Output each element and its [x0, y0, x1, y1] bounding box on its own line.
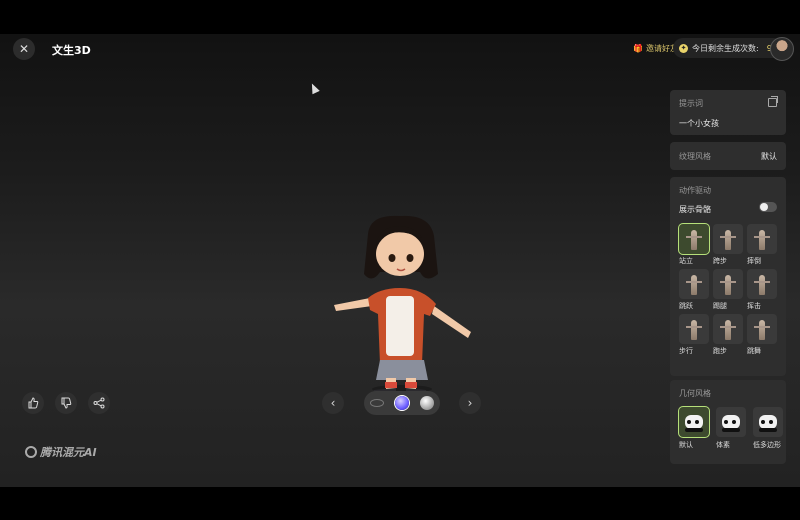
- motion-option[interactable]: 挥击: [747, 269, 777, 311]
- motion-option[interactable]: 站立: [679, 224, 709, 266]
- motion-drive-label: 动作驱动: [679, 186, 711, 195]
- texture-style-value: 默认: [761, 151, 777, 161]
- geometry-style-grid: 默认 体素 低多边形: [679, 407, 783, 450]
- texture-style-panel[interactable]: 纹理风格 默认: [670, 142, 786, 170]
- motion-label: 挥击: [747, 302, 761, 310]
- copy-icon[interactable]: [768, 96, 778, 107]
- figure-icon: [686, 320, 702, 340]
- figure-icon: [720, 320, 736, 340]
- motion-thumbnail: [713, 314, 743, 344]
- next-button[interactable]: ›: [459, 392, 481, 414]
- show-skeleton-toggle[interactable]: [759, 202, 777, 212]
- gift-icon: 🎁: [633, 44, 643, 53]
- geometry-option[interactable]: 低多边形: [753, 407, 783, 450]
- geometry-label: 体素: [716, 441, 730, 449]
- motion-label: 站立: [679, 257, 693, 265]
- geometry-option[interactable]: 体素: [716, 407, 746, 450]
- motion-grid: 站立 跨步 摔倒跳跃 踢腿 挥击步行 跑步 跳舞: [679, 224, 777, 356]
- motion-thumbnail: [713, 269, 743, 299]
- figure-icon: [686, 275, 702, 295]
- app-canvas: ✕ 文生3D 🎁 邀请好友 ✦ 今日剩余生成次数: 92: [0, 34, 800, 487]
- rotate-icon[interactable]: [369, 399, 384, 407]
- user-avatar[interactable]: [770, 37, 794, 61]
- motion-option[interactable]: 跑步: [713, 314, 743, 356]
- mouse-cursor: [308, 81, 320, 95]
- figure-icon: [754, 275, 770, 295]
- panda-icon: [759, 415, 777, 432]
- motion-option[interactable]: 踢腿: [713, 269, 743, 311]
- thumbs-up-button[interactable]: [22, 392, 44, 414]
- character-model[interactable]: [330, 214, 475, 394]
- geometry-thumbnail: [679, 407, 709, 437]
- motion-thumbnail: [713, 224, 743, 254]
- generation-quota: ✦ 今日剩余生成次数: 92: [673, 38, 783, 58]
- motion-label: 跳舞: [747, 347, 761, 355]
- logo-mark-icon: [25, 446, 37, 458]
- geometry-thumbnail: [753, 407, 783, 437]
- prompt-panel: 提示词 一个小女孩: [670, 90, 786, 135]
- motion-thumbnail: [747, 224, 777, 254]
- motion-thumbnail: [679, 224, 709, 254]
- coin-icon: ✦: [679, 43, 688, 53]
- render-mode-switcher: [364, 391, 440, 415]
- geometry-label: 低多边形: [753, 441, 781, 449]
- thumbs-down-button[interactable]: [55, 392, 77, 414]
- figure-icon: [720, 275, 736, 295]
- motion-option[interactable]: 摔倒: [747, 224, 777, 266]
- figure-icon: [686, 230, 702, 250]
- invite-friends-link[interactable]: 🎁 邀请好友: [633, 43, 678, 54]
- share-button[interactable]: [88, 392, 110, 414]
- figure-icon: [754, 320, 770, 340]
- hunyuan-logo: 腾讯混元AI: [25, 444, 97, 460]
- motion-drive-panel: 动作驱动 展示骨骼 站立 跨步 摔倒 跳跃 踢腿 挥击 步行 跑步 跳舞: [670, 177, 786, 376]
- material-sphere-white[interactable]: [420, 396, 435, 410]
- motion-thumbnail: [679, 269, 709, 299]
- motion-option[interactable]: 步行: [679, 314, 709, 356]
- motion-option[interactable]: 跳跃: [679, 269, 709, 311]
- prompt-label: 提示词: [679, 99, 703, 108]
- motion-label: 跨步: [713, 257, 727, 265]
- geometry-style-label: 几何风格: [679, 389, 711, 398]
- prompt-value: 一个小女孩: [679, 119, 719, 128]
- page-title: 文生3D: [52, 44, 91, 57]
- thumbs-up-icon: [28, 397, 39, 409]
- panda-icon: [722, 415, 740, 432]
- geometry-thumbnail: [716, 407, 746, 437]
- motion-label: 跑步: [713, 347, 727, 355]
- close-icon: ✕: [18, 42, 30, 56]
- motion-label: 步行: [679, 347, 693, 355]
- geometry-option[interactable]: 默认: [679, 407, 709, 450]
- motion-thumbnail: [747, 314, 777, 344]
- share-icon: [93, 397, 105, 409]
- close-button[interactable]: ✕: [13, 38, 35, 60]
- thumbs-down-icon: [61, 397, 72, 409]
- geometry-label: 默认: [679, 441, 693, 449]
- motion-thumbnail: [679, 314, 709, 344]
- texture-style-label: 纹理风格: [679, 151, 711, 161]
- quota-label: 今日剩余生成次数:: [692, 43, 759, 53]
- motion-option[interactable]: 跳舞: [747, 314, 777, 356]
- motion-label: 跳跃: [679, 302, 693, 310]
- geometry-style-panel: 几何风格 默认 体素 低多边形: [670, 380, 786, 464]
- chevron-right-icon: ›: [467, 396, 473, 410]
- motion-option[interactable]: 跨步: [713, 224, 743, 266]
- motion-label: 摔倒: [747, 257, 761, 265]
- panda-icon: [685, 415, 703, 432]
- previous-button[interactable]: ‹: [322, 392, 344, 414]
- material-sphere-colored[interactable]: [394, 396, 409, 410]
- logo-text: 腾讯混元AI: [40, 446, 97, 459]
- motion-label: 踢腿: [713, 302, 727, 310]
- figure-icon: [720, 230, 736, 250]
- chevron-left-icon: ‹: [330, 396, 336, 410]
- figure-icon: [754, 230, 770, 250]
- motion-thumbnail: [747, 269, 777, 299]
